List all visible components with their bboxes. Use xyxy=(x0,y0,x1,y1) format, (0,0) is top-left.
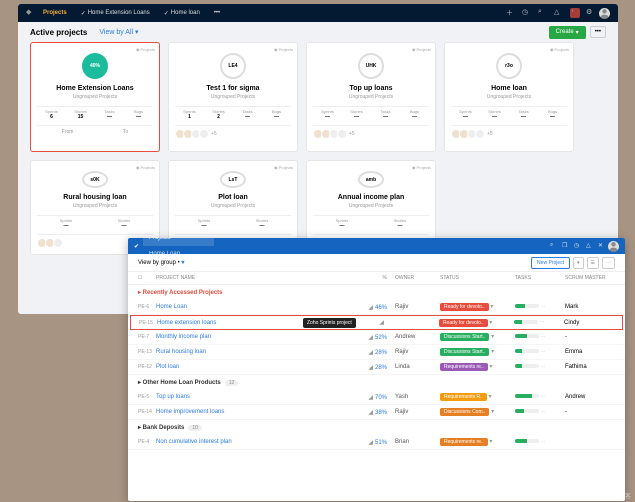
col-pct[interactable]: % xyxy=(367,275,395,281)
table-body: ▸ Recently Accessed Projects PE-6Home Lo… xyxy=(128,285,625,450)
table-row[interactable]: PE-12Plot loan ◢28% Linda Requirements r… xyxy=(128,360,625,375)
view-filter[interactable]: View by All ▾ xyxy=(99,28,138,36)
more-button[interactable]: ⋯ xyxy=(602,257,615,269)
project-card[interactable]: ◉ Projectsr3oHome loanUngrouped Projects… xyxy=(444,42,574,152)
filter-button[interactable]: ☰ xyxy=(587,257,599,269)
breadcrumb-projects[interactable]: Projects xyxy=(36,10,74,16)
tab-home-extension-loans[interactable]: Home extension loans xyxy=(143,278,214,294)
table-row[interactable]: PE-4Non cumulative interest plan ◢51% Br… xyxy=(128,435,625,450)
col-tasks[interactable]: TASKS xyxy=(515,275,565,281)
group-header[interactable]: ▸ Other Home Loan Products 12 xyxy=(128,375,625,390)
tab-monthly-income-plan[interactable]: Monthly income plan xyxy=(143,262,214,278)
gear-icon[interactable]: ✕ xyxy=(598,242,606,250)
bell-icon[interactable]: △ xyxy=(554,8,564,18)
breadcrumb-item[interactable]: ✓ Home Extension Loans xyxy=(74,10,157,17)
plus-icon[interactable]: ＋ xyxy=(506,8,516,18)
top-bar: ◆ Projects ✓ Home Extension Loans ✓ Home… xyxy=(18,4,618,22)
app-logo-icon: ◆ xyxy=(26,8,36,18)
avatar[interactable] xyxy=(599,8,610,19)
group-header[interactable]: ▸ Bank Deposits 10 xyxy=(128,420,625,435)
clock-icon[interactable]: ◷ xyxy=(522,8,532,18)
col-owner[interactable]: OWNER xyxy=(395,275,440,281)
project-card[interactable]: ◉ Projects40%Home Extension LoansUngroup… xyxy=(30,42,160,152)
app-check-icon: ✔ xyxy=(134,243,139,250)
sub-bar: Active projects View by All ▾ Create ▾ •… xyxy=(18,22,618,42)
panel2-topbar: ✔ Home ▾FeedProjectsHome LoanMonthly inc… xyxy=(128,238,625,254)
tooltip: Zoho Sprints project xyxy=(303,318,356,328)
watermark: ©51CTO博客 xyxy=(595,491,631,500)
search-icon[interactable]: ⌕ xyxy=(538,8,548,18)
col-sm[interactable]: SCRUM MASTER xyxy=(565,275,615,281)
search-icon[interactable]: ⌕ xyxy=(550,242,558,250)
more-icon[interactable]: ••• xyxy=(207,10,227,16)
tab-home-loan[interactable]: Home Loan xyxy=(143,246,214,262)
table-row[interactable]: PE-14Home improvement loans ◢38% Rajiv D… xyxy=(128,405,625,420)
page-title: Active projects xyxy=(30,28,87,37)
table-row[interactable]: PE-13Rural housing loan ◢28% Rajiv Discu… xyxy=(128,345,625,360)
new-project-button[interactable]: New Project xyxy=(531,257,570,269)
tab-projects[interactable]: Projects xyxy=(143,238,214,246)
table-row[interactable]: PE-6Home Loan ◢46% Rajiv Ready for devol… xyxy=(128,300,625,315)
bell-icon[interactable]: △ xyxy=(586,242,594,250)
badge-icon[interactable]: ▪ xyxy=(570,8,580,18)
more-button[interactable]: ••• xyxy=(590,26,606,38)
table-row[interactable]: PE-7Monthly income plan ◢52% Andrew Disc… xyxy=(128,330,625,345)
dropdown-button[interactable]: ▾ xyxy=(573,257,584,269)
copy-icon[interactable]: ❐ xyxy=(562,242,570,250)
avatar[interactable] xyxy=(608,241,619,252)
breadcrumb-item[interactable]: ✓ Home loan xyxy=(157,10,207,17)
create-button[interactable]: Create ▾ xyxy=(549,26,586,39)
col-status[interactable]: STATUS xyxy=(440,275,515,281)
gear-icon[interactable]: ⚙ xyxy=(586,8,596,18)
project-cards: ◉ Projects40%Home Extension LoansUngroup… xyxy=(18,42,618,152)
project-card[interactable]: ◉ ProjectsUHKTop up loansUngrouped Proje… xyxy=(306,42,436,152)
clock-icon[interactable]: ◷ xyxy=(574,242,582,250)
table-row[interactable]: PE-15Home extension loans ◢Zoho Sprints … xyxy=(130,315,623,330)
projects-table-panel: ✔ Home ▾FeedProjectsHome LoanMonthly inc… xyxy=(128,238,625,501)
project-card[interactable]: ◉ ProjectsLE4Test 1 for sigmaUngrouped P… xyxy=(168,42,298,152)
table-row[interactable]: PE-5Top up loans ◢70% Yash Requirements … xyxy=(128,390,625,405)
